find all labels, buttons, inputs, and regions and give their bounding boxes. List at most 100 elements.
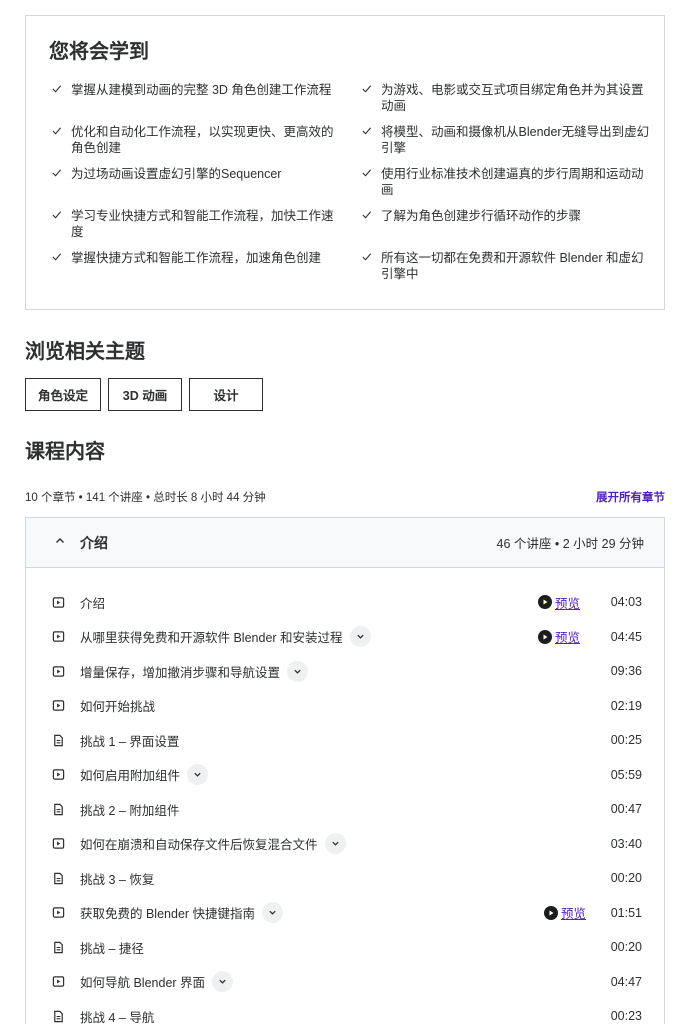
lecture-title: 如何启用附加组件 [80,769,181,784]
lecture-row: 获取免费的 Blender 快捷键指南 预览 01:51 [26,896,664,931]
learn-item: 了解为角色创建步行循环动作的步骤 [359,208,661,240]
course-summary: 10 个章节 • 141 个讲座 • 总时长 8 小时 44 分钟 [25,492,266,504]
lecture-title: 挑战 3 – 恢复 [80,872,155,887]
lecture-title: 如何导航 Blender 界面 [80,976,206,991]
lecture-duration: 03:40 [610,836,642,851]
checkmark-icon [49,124,71,140]
lecture-row: 从哪里获得免费和开源软件 Blender 和安装过程 预览 04:45 [26,620,664,655]
chevron-down-icon[interactable] [212,971,234,993]
related-topics-title: 浏览相关主题 [25,341,145,363]
learn-list: 掌握从建模到动画的完整 3D 角色创建工作流程 为游戏、电影或交互式项目绑定角色并… [49,82,649,292]
lecture-duration: 09:36 [610,664,642,679]
video-icon [51,630,65,644]
lecture-duration: 00:20 [610,940,642,955]
lecture-title[interactable]: 从哪里获得免费和开源软件 Blender 和安装过程 [80,627,343,646]
preview-label: 预览 [555,596,581,611]
learn-item-text: 为过场动画设置虚幻引擎的Sequencer [71,167,282,181]
learn-item: 将模型、动画和摄像机从Blender无缝导出到虚幻引擎 [359,124,661,156]
checkmark-icon [49,250,71,266]
video-icon [51,837,65,851]
checkmark-icon [359,250,381,266]
video-icon [51,699,65,713]
checkmark-icon [359,82,381,98]
lecture-title[interactable]: 获取免费的 Blender 快捷键指南 [80,903,255,922]
checkmark-icon [49,208,71,224]
lecture-row: 挑战 1 – 界面设置 00:25 [26,723,664,758]
what-you-will-learn-box: 您将会学到 掌握从建模到动画的完整 3D 角色创建工作流程 为游戏、电影或交互式项… [25,15,665,310]
course-section: 介绍 46 个讲座 • 2 小时 29 分钟 介绍 预览 04:03 从哪里获得免费和… [25,517,665,1024]
related-topics: 角色设定 3D 动画 设计 [25,378,263,411]
document-icon [51,871,65,885]
lecture-row: 挑战 3 – 恢复 00:20 [26,861,664,896]
lecture-row: 增量保存，增加撤消步骤和导航设置 09:36 [26,654,664,689]
checkmark-icon [49,82,71,98]
learn-item: 所有这一切都在免费和开源软件 Blender 和虚幻引擎中 [359,250,661,282]
lecture-duration: 01:51 [610,905,642,920]
lecture-duration: 04:47 [610,974,642,989]
expand-all-sections-button[interactable]: 展开所有章节 [596,490,665,506]
lecture-duration: 00:23 [610,1009,642,1024]
learn-item-text: 掌握从建模到动画的完整 3D 角色创建工作流程 [71,83,332,97]
topic-button-3d-animation[interactable]: 3D 动画 [108,378,182,411]
learn-item-text: 将模型、动画和摄像机从Blender无缝导出到虚幻引擎 [381,125,650,155]
lecture-title: 挑战 4 – 导航 [80,1010,155,1024]
section-header[interactable]: 介绍 46 个讲座 • 2 小时 29 分钟 [26,518,664,568]
chevron-down-icon[interactable] [262,902,284,924]
play-icon [538,595,552,610]
learn-item-text: 掌握快捷方式和智能工作流程，加速角色创建 [71,251,322,265]
learn-item: 优化和自动化工作流程，以实现更快、更高效的角色创建 [49,124,351,156]
section-meta: 46 个讲座 • 2 小时 29 分钟 [496,537,644,551]
video-icon [51,595,65,609]
document-icon [51,733,65,747]
lecture-row: 如何开始挑战 02:19 [26,689,664,724]
section-title: 介绍 [80,534,108,551]
preview-link[interactable]: 预览 [544,903,586,922]
chevron-down-icon[interactable] [349,626,371,648]
learn-item: 为过场动画设置虚幻引擎的Sequencer [49,166,351,198]
document-icon [51,940,65,954]
learn-item-text: 所有这一切都在免费和开源软件 Blender 和虚幻引擎中 [381,251,644,281]
course-content-title: 课程内容 [25,441,105,463]
lecture-row: 介绍 预览 04:03 [26,585,664,620]
preview-link[interactable]: 预览 [538,593,580,612]
video-icon [51,906,65,920]
preview-label: 预览 [561,907,587,922]
learn-title: 您将会学到 [49,41,149,63]
course-summary-row: 10 个章节 • 141 个讲座 • 总时长 8 小时 44 分钟 展开所有章节 [25,490,665,506]
lecture-title: 挑战 2 – 附加组件 [80,803,180,818]
video-icon [51,768,65,782]
chevron-down-icon[interactable] [324,833,346,855]
chevron-down-icon[interactable] [287,660,309,682]
lecture-duration: 02:19 [610,698,642,713]
lecture-title[interactable]: 介绍 [80,593,105,612]
lecture-duration: 04:45 [610,629,642,644]
document-icon [51,802,65,816]
lecture-duration: 00:20 [610,871,642,886]
chevron-up-icon [54,535,70,550]
checkmark-icon [359,124,381,140]
learn-item-text: 使用行业标准技术创建逼真的步行周期和运动动画 [381,167,644,197]
lecture-list: 介绍 预览 04:03 从哪里获得免费和开源软件 Blender 和安装过程 预览 04:… [26,568,664,1024]
lecture-row: 挑战 2 – 附加组件 00:47 [26,792,664,827]
learn-item: 掌握从建模到动画的完整 3D 角色创建工作流程 [49,82,351,114]
preview-link[interactable]: 预览 [538,627,580,646]
checkmark-icon [49,166,71,182]
play-icon [538,629,552,644]
lecture-title: 挑战 – 捷径 [80,941,144,956]
lecture-title: 增量保存，增加撤消步骤和导航设置 [80,665,281,680]
topic-button-character[interactable]: 角色设定 [25,378,101,411]
learn-item: 学习专业快捷方式和智能工作流程，加快工作速度 [49,208,351,240]
video-icon [51,664,65,678]
lecture-row: 如何启用附加组件 05:59 [26,758,664,793]
learn-item: 掌握快捷方式和智能工作流程，加速角色创建 [49,250,351,282]
topic-button-design[interactable]: 设计 [189,378,263,411]
lecture-row: 挑战 – 捷径 00:20 [26,930,664,965]
play-icon [544,905,558,920]
lecture-duration: 00:47 [610,802,642,817]
learn-item-text: 学习专业快捷方式和智能工作流程，加快工作速度 [71,209,334,239]
learn-item-text: 优化和自动化工作流程，以实现更快、更高效的角色创建 [71,125,334,155]
chevron-down-icon[interactable] [187,764,209,786]
checkmark-icon [359,208,381,224]
lecture-duration: 00:25 [610,733,642,748]
lecture-duration: 05:59 [610,767,642,782]
